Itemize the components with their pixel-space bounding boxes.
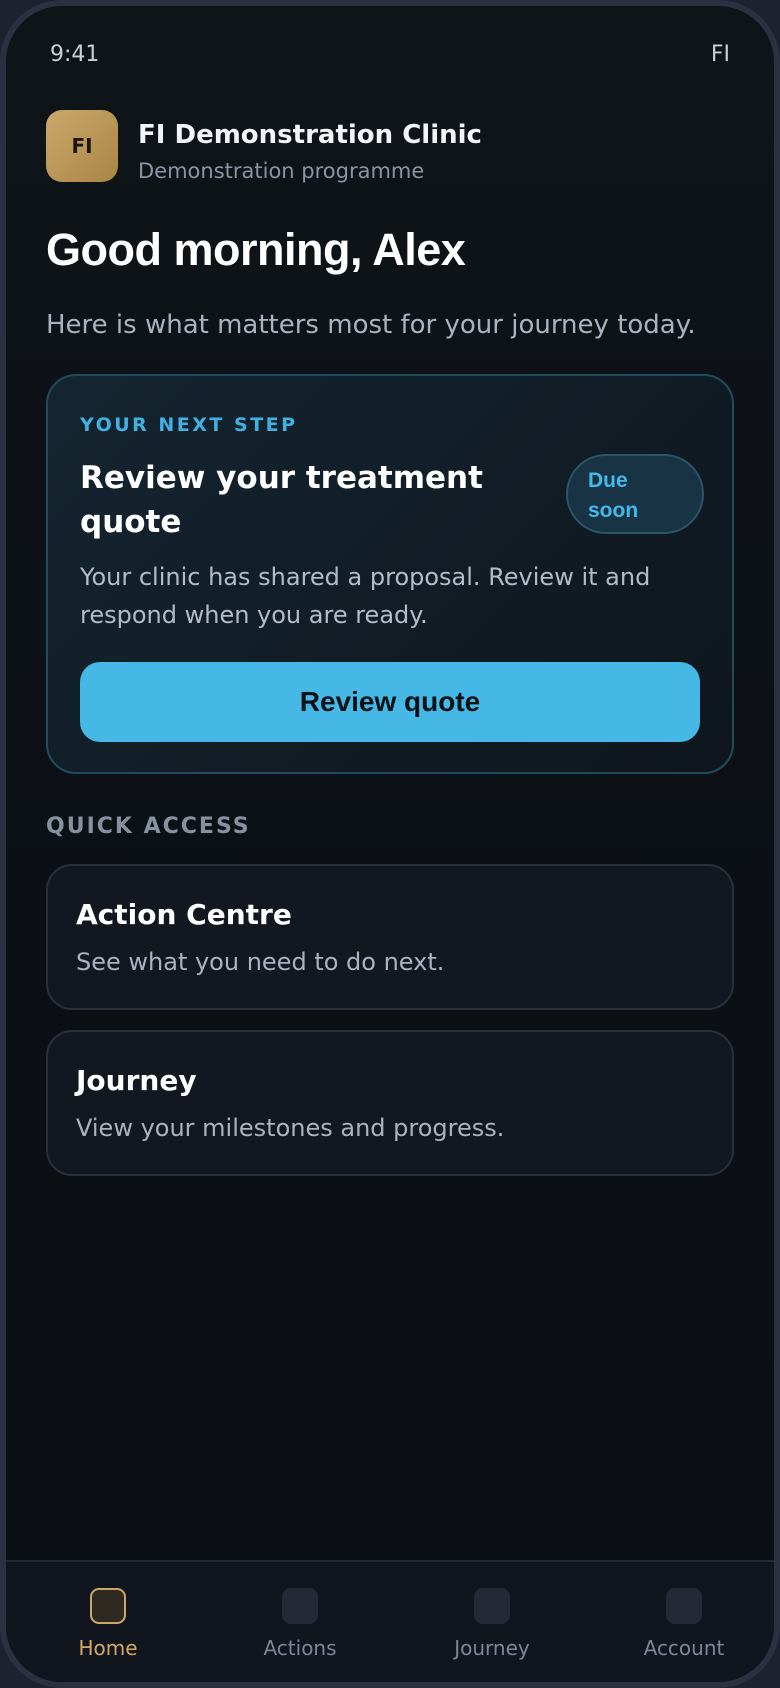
- next-step-eyebrow: YOUR NEXT STEP: [80, 414, 298, 436]
- nav-item-home[interactable]: Home: [28, 1588, 188, 1660]
- nav-label: Account: [643, 1636, 725, 1660]
- page-title: Good morning, Alex: [46, 224, 466, 275]
- phone-frame: 9:41 FI FI FI Demonstration Clinic Demon…: [0, 0, 780, 1688]
- status-right-label: FI: [710, 42, 730, 67]
- card-title: Journey: [76, 1064, 197, 1097]
- nav-item-journey[interactable]: Journey: [412, 1588, 572, 1660]
- card-description: View your milestones and progress.: [76, 1114, 505, 1142]
- status-time: 9:41: [50, 42, 100, 67]
- intro-text: Here is what matters most for your journ…: [46, 310, 696, 340]
- status-badge: Due soon: [566, 454, 704, 534]
- account-icon: [666, 1588, 702, 1624]
- nav-item-account[interactable]: Account: [604, 1588, 764, 1660]
- next-step-card: YOUR NEXT STEP Review your treatment quo…: [46, 374, 734, 774]
- quick-access-header: QUICK ACCESS: [46, 814, 251, 839]
- nav-label: Journey: [454, 1636, 530, 1660]
- card-title: Action Centre: [76, 898, 292, 931]
- nav-label: Actions: [263, 1636, 337, 1660]
- clinic-logo-text: FI: [71, 134, 93, 158]
- status-badge-line2: soon: [588, 499, 639, 522]
- card-description: See what you need to do next.: [76, 948, 445, 976]
- nav-label: Home: [78, 1636, 138, 1660]
- clinic-subtitle: Demonstration programme: [138, 159, 425, 183]
- actions-icon: [282, 1588, 318, 1624]
- nav-item-actions[interactable]: Actions: [220, 1588, 380, 1660]
- journey-card[interactable]: Journey View your milestones and progres…: [46, 1030, 734, 1176]
- review-quote-button[interactable]: Review quote: [80, 662, 700, 742]
- journey-icon: [474, 1588, 510, 1624]
- next-step-description: Your clinic has shared a proposal. Revie…: [80, 563, 651, 629]
- status-badge-line1: Due: [588, 469, 628, 492]
- clinic-logo: FI: [46, 110, 118, 182]
- bottom-nav: Home Actions Journey Account: [6, 1560, 774, 1682]
- clinic-name: FI Demonstration Clinic: [138, 120, 482, 150]
- home-icon: [90, 1588, 126, 1624]
- action-centre-card[interactable]: Action Centre See what you need to do ne…: [46, 864, 734, 1010]
- next-step-title: Review your treatment quote: [80, 460, 483, 540]
